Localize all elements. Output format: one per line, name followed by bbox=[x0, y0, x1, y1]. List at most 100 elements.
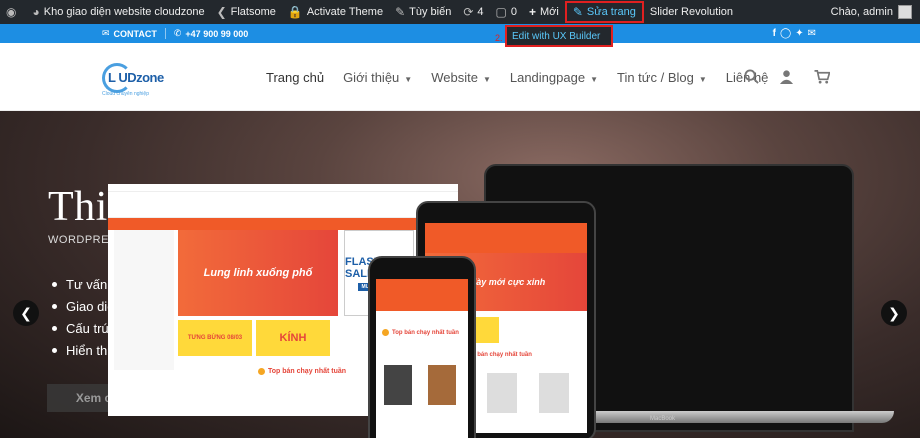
device-label: MacBook bbox=[650, 416, 676, 422]
promo-text: TƯNG BỪNG 08/03 bbox=[187, 335, 243, 341]
phone-header bbox=[376, 279, 468, 311]
updates-menu[interactable]: ⟳ 4 bbox=[457, 0, 489, 24]
plus-icon: + bbox=[529, 5, 537, 19]
email-icon[interactable]: ✉ bbox=[808, 28, 816, 39]
nav-item-about[interactable]: Giới thiệu ▼ bbox=[343, 70, 412, 85]
nav-label: Website bbox=[431, 70, 478, 85]
customize-menu[interactable]: ✎ Tùy biến bbox=[389, 0, 457, 24]
divider bbox=[164, 28, 166, 39]
kinh-text: KÍNH bbox=[279, 332, 307, 344]
chevron-down-icon: ▼ bbox=[698, 75, 707, 84]
social-icons: f ◯ ✦ ✉ bbox=[773, 28, 816, 39]
nav-label: Giới thiệu bbox=[343, 70, 400, 85]
new-content-menu[interactable]: + Mới bbox=[523, 0, 565, 24]
step-marker: 2. bbox=[495, 33, 503, 43]
greeting-label: Chào, admin bbox=[830, 6, 893, 18]
user-icon[interactable] bbox=[779, 69, 794, 84]
contact-link[interactable]: ✉ CONTACT bbox=[102, 28, 157, 39]
contact-label: CONTACT bbox=[113, 28, 157, 39]
tablet-banner-text: Giày mới cực xinh bbox=[466, 277, 546, 287]
mini-header bbox=[108, 192, 458, 218]
section-text: Top bán chạy nhất tuần bbox=[268, 368, 347, 375]
theme-label: Flatsome bbox=[230, 6, 276, 18]
nav-item-landingpage[interactable]: Landingpage ▼ bbox=[510, 70, 598, 85]
nav-label: Tin tức / Blog bbox=[616, 70, 694, 85]
nav-label: Landingpage bbox=[509, 70, 586, 85]
cart-icon[interactable] bbox=[814, 69, 830, 84]
twitter-icon[interactable]: ✦ bbox=[795, 28, 803, 39]
wp-admin-bar: ◉ ◕ Kho giao diện website cloudzone ❮ Fl… bbox=[0, 0, 920, 24]
site-logo[interactable]: L UDzone Cloud chuyên nghiệp bbox=[102, 61, 172, 99]
site-name-menu[interactable]: ◕ Kho giao diện website cloudzone bbox=[26, 0, 210, 24]
activate-theme-menu[interactable]: 🔒 Activate Theme bbox=[282, 0, 389, 24]
brush-icon: ✎ bbox=[395, 5, 406, 19]
section-icon bbox=[382, 329, 389, 336]
chevron-left-icon: ❮ bbox=[20, 304, 32, 321]
chevron-right-icon: ❯ bbox=[888, 304, 900, 321]
slider-revolution-menu[interactable]: Slider Revolution bbox=[644, 0, 739, 24]
updates-count: 4 bbox=[477, 6, 484, 18]
chevron-down-icon: ▼ bbox=[482, 75, 491, 84]
comment-icon: ▢ bbox=[495, 5, 507, 19]
account-menu[interactable]: Chào, admin bbox=[831, 5, 920, 19]
pencil-icon: ✎ bbox=[572, 5, 583, 19]
mini-banner: Lung linh xuống phố bbox=[178, 230, 338, 316]
section-text: Top bán chạy nhất tuần bbox=[392, 329, 459, 336]
logo-text: L UDzone bbox=[108, 70, 164, 85]
new-label: Mới bbox=[540, 6, 559, 18]
phone-icon: ✆ bbox=[173, 28, 182, 38]
dashboard-icon: ◕ bbox=[32, 5, 40, 19]
chevron-down-icon: ▼ bbox=[590, 75, 598, 84]
product-image bbox=[487, 373, 517, 413]
facebook-icon[interactable]: f bbox=[773, 28, 776, 39]
search-icon[interactable] bbox=[744, 69, 759, 84]
phone-label: +47 900 99 000 bbox=[185, 28, 249, 39]
mini-nav bbox=[108, 218, 458, 230]
flatsome-icon: ❮ bbox=[216, 5, 227, 19]
phone-link[interactable]: ✆ +47 900 99 000 bbox=[174, 28, 248, 39]
hero-slider: Thiết kế Websites WORDPRESS / HTML & CSS… bbox=[0, 111, 920, 438]
tablet-header bbox=[425, 223, 587, 253]
slider-next-button[interactable]: ❯ bbox=[881, 300, 907, 326]
theme-menu[interactable]: ❮ Flatsome bbox=[211, 0, 282, 24]
nav-label: Trang chủ bbox=[266, 70, 325, 85]
mail-icon: ✉ bbox=[102, 28, 110, 38]
edit-with-ux-builder-item[interactable]: Edit with UX Builder bbox=[505, 25, 613, 47]
wp-logo-menu[interactable]: ◉ bbox=[0, 0, 26, 24]
site-name-label: Kho giao diện website cloudzone bbox=[43, 6, 205, 18]
edit-page-label: Sửa trang bbox=[586, 6, 636, 18]
phone-section-title: Top bán chạy nhất tuần bbox=[382, 329, 466, 336]
ux-builder-label: Edit with UX Builder bbox=[512, 30, 601, 42]
customize-label: Tùy biến bbox=[409, 6, 452, 18]
slider-prev-button[interactable]: ❮ bbox=[13, 300, 39, 326]
nav-item-blog[interactable]: Tin tức / Blog ▼ bbox=[617, 70, 707, 85]
nav-item-home[interactable]: Trang chủ bbox=[266, 70, 324, 85]
product-image bbox=[384, 365, 412, 405]
main-nav: Trang chủ Giới thiệu ▼ Website ▼ Landingpa… bbox=[266, 70, 787, 85]
edit-page-menu[interactable]: ✎ Sửa trang bbox=[564, 1, 644, 23]
wordpress-icon: ◉ bbox=[6, 5, 17, 19]
slider-label: Slider Revolution bbox=[649, 6, 734, 18]
mini-promo: TƯNG BỪNG 08/03 bbox=[178, 320, 252, 356]
product-image bbox=[539, 373, 569, 413]
activate-label: Activate Theme bbox=[306, 6, 384, 18]
header-icons bbox=[744, 69, 830, 84]
chevron-down-icon: ▼ bbox=[404, 75, 413, 84]
mini-topbar bbox=[108, 184, 458, 192]
lock-icon: 🔒 bbox=[287, 5, 303, 19]
mini-section-title: Top bán chạy nhất tuần bbox=[258, 368, 346, 375]
product-image bbox=[428, 365, 456, 405]
refresh-icon: ⟳ bbox=[463, 5, 474, 19]
page-root: ◉ ◕ Kho giao diện website cloudzone ❮ Fl… bbox=[0, 0, 920, 438]
section-icon bbox=[258, 368, 265, 375]
comments-count: 0 bbox=[510, 6, 517, 18]
nav-item-website[interactable]: Website ▼ bbox=[431, 70, 491, 85]
mini-sidebar bbox=[114, 230, 174, 370]
mini-kinh: KÍNH bbox=[256, 320, 330, 356]
site-header: L UDzone Cloud chuyên nghiệp Trang chủ G… bbox=[0, 43, 920, 111]
banner-text: Lung linh xuống phố bbox=[203, 267, 313, 279]
avatar bbox=[898, 5, 912, 19]
comments-menu[interactable]: ▢ 0 bbox=[490, 0, 523, 24]
instagram-icon[interactable]: ◯ bbox=[780, 28, 791, 39]
phone-screen: Top bán chạy nhất tuần bbox=[376, 279, 468, 438]
